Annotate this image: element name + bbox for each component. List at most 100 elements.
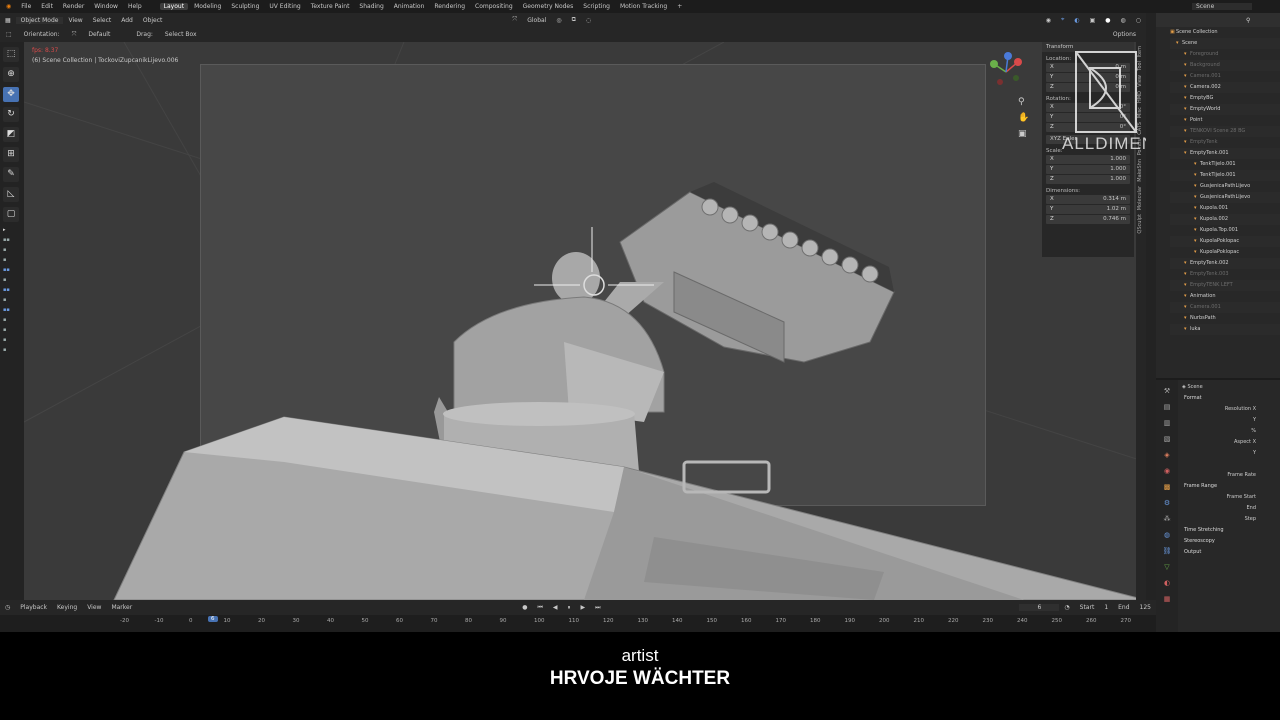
outliner-item[interactable]: ▾ EmptyWorld: [1170, 104, 1280, 115]
outliner-item-scene-collection[interactable]: ▣Scene Collection: [1170, 27, 1280, 38]
outliner-item[interactable]: ▾ Point: [1170, 115, 1280, 126]
workspace-tab-layout[interactable]: Layout: [159, 3, 189, 10]
properties-section-header[interactable]: Time Stretching: [1178, 525, 1280, 536]
timeline-track[interactable]: 6 -20 -10 0 10 20 30 40 50 60 70 80 90 100 110 120 130 1…: [0, 615, 1156, 632]
menu-playback[interactable]: Playback: [15, 604, 52, 611]
xray-icon[interactable]: ▣: [1085, 17, 1101, 24]
addon-tool-icon[interactable]: ▪▪: [3, 265, 21, 275]
outliner-item[interactable]: ▾ EmptyTENK LEFT: [1170, 280, 1280, 291]
visibility-icon[interactable]: ◉: [1041, 17, 1056, 24]
annotate-tool-icon[interactable]: ✎: [3, 167, 19, 182]
outliner-item[interactable]: ▾ Kupola.002: [1170, 214, 1280, 225]
scale-x-field[interactable]: X 1.000: [1046, 155, 1130, 164]
outliner-item[interactable]: ▾ KupolaPoklopac: [1170, 236, 1280, 247]
addon-tool-icon[interactable]: ▪▪: [3, 235, 21, 245]
outliner-item[interactable]: ▾ GusjenicaPathLijevo: [1170, 181, 1280, 192]
addon-tool-icon[interactable]: ▪: [3, 345, 21, 355]
navigation-gizmo[interactable]: [986, 52, 1026, 92]
search-icon[interactable]: ⚲: [1246, 17, 1250, 24]
proportional-edit-icon[interactable]: ◌: [581, 17, 596, 24]
properties-section-header[interactable]: Output: [1178, 547, 1280, 558]
physics-icon[interactable]: ◍: [1162, 530, 1172, 540]
orientation-selector[interactable]: Default: [82, 31, 130, 38]
start-field[interactable]: 1: [1099, 604, 1113, 611]
scale-z-field[interactable]: Z 1.000: [1046, 175, 1130, 184]
snap-icon[interactable]: ⧉: [567, 16, 581, 24]
cursor-tool-icon[interactable]: ⊕: [3, 67, 19, 82]
scale-y-field[interactable]: Y 1.000: [1046, 165, 1130, 174]
dimensions-z-field[interactable]: Z 0.746 m: [1046, 215, 1130, 224]
outliner-item[interactable]: ▾ Camera.001: [1170, 71, 1280, 82]
scale-tool-icon[interactable]: ◩: [3, 127, 19, 142]
outliner-item[interactable]: ▾ EmptyTenk.002: [1170, 258, 1280, 269]
measure-tool-icon[interactable]: ◺: [3, 187, 19, 202]
render-props-icon[interactable]: ▤: [1162, 402, 1172, 412]
menu-view[interactable]: View: [63, 17, 87, 24]
workspace-tab-rendering[interactable]: Rendering: [430, 3, 469, 10]
scene-props-icon[interactable]: ◈: [1162, 450, 1172, 460]
jump-start-icon[interactable]: ⏮: [532, 604, 547, 612]
pivot-icon[interactable]: ◎: [551, 17, 566, 24]
blender-logo-icon[interactable]: ◉: [2, 3, 15, 10]
object-props-icon[interactable]: ▩: [1162, 482, 1172, 492]
play-icon[interactable]: ▶: [575, 604, 590, 611]
workspace-tab-compositing[interactable]: Compositing: [471, 3, 517, 10]
menu-window[interactable]: Window: [90, 3, 122, 10]
view-layer-icon[interactable]: ▧: [1162, 434, 1172, 444]
outliner-item[interactable]: ▾ NurbsPath: [1170, 313, 1280, 324]
addon-tool-icon[interactable]: ▪▪: [3, 285, 21, 295]
workspace-tab-uv-editing[interactable]: UV Editing: [265, 3, 304, 10]
menu-timeline-view[interactable]: View: [82, 604, 106, 611]
sidebar-tab-qsculpt[interactable]: QSculpt: [1137, 214, 1143, 234]
3d-viewport[interactable]: fps: 8.37 (6) Scene Collection | Tockovi…: [24, 42, 1146, 600]
record-icon[interactable]: ●: [517, 604, 532, 611]
tank-model[interactable]: [24, 42, 1146, 600]
current-frame-field[interactable]: 6: [1019, 604, 1060, 611]
transform-orientation-selector[interactable]: Global: [522, 17, 551, 24]
properties-section-header[interactable]: Format: [1178, 393, 1280, 404]
menu-add[interactable]: Add: [116, 17, 138, 24]
tool-props-icon[interactable]: ⚒: [1162, 386, 1172, 396]
outliner-item[interactable]: ▾ EmptyTenk: [1170, 137, 1280, 148]
dimensions-y-field[interactable]: Y 1.02 m: [1046, 205, 1130, 214]
rotate-tool-icon[interactable]: ↻: [3, 107, 19, 122]
addon-tool-icon[interactable]: ▪▪: [3, 305, 21, 315]
constraints-icon[interactable]: ⛓: [1162, 546, 1172, 556]
dimensions-x-field[interactable]: X 0.314 m: [1046, 195, 1130, 204]
clock-icon[interactable]: ◔: [1059, 604, 1074, 611]
properties-section-header[interactable]: Stereoscopy: [1178, 536, 1280, 547]
outliner-item[interactable]: ▾ TenkTijelo.001: [1170, 170, 1280, 181]
workspace-tab-animation[interactable]: Animation: [390, 3, 429, 10]
sidebar-tab-molecular[interactable]: Molecular: [1137, 186, 1143, 210]
workspace-tab-sculpting[interactable]: Sculpting: [227, 3, 263, 10]
menu-file[interactable]: File: [17, 3, 35, 10]
overlay-icon[interactable]: ◐: [1069, 17, 1084, 24]
shading-material-icon[interactable]: ◍: [1116, 17, 1131, 24]
addon-tool-icon[interactable]: ▪: [3, 275, 21, 285]
active-tool-icon[interactable]: ⬚: [0, 31, 18, 38]
workspace-tab-shading[interactable]: Shading: [355, 3, 387, 10]
workspace-tab-scripting[interactable]: Scripting: [579, 3, 614, 10]
outliner-item[interactable]: ▾ KupolaPoklopac: [1170, 247, 1280, 258]
add-cube-tool-icon[interactable]: ▢: [3, 207, 19, 222]
editor-type-icon[interactable]: ◷: [0, 604, 15, 611]
menu-object[interactable]: Object: [138, 17, 168, 24]
addon-tool-icon[interactable]: ▸: [3, 225, 21, 235]
workspace-tab-texture-paint[interactable]: Texture Paint: [307, 3, 354, 10]
outliner-item[interactable]: ▾ Foreground: [1170, 49, 1280, 60]
shading-rendered-icon[interactable]: ○: [1131, 17, 1146, 24]
outliner-item[interactable]: ▾ EmptyBG: [1170, 93, 1280, 104]
workspace-tab-geometry-nodes[interactable]: Geometry Nodes: [519, 3, 578, 10]
tank-hull-model[interactable]: [113, 402, 1146, 600]
addon-tool-icon[interactable]: ▪: [3, 245, 21, 255]
outliner-item[interactable]: ▾ EmptyTenk.003: [1170, 269, 1280, 280]
world-props-icon[interactable]: ◉: [1162, 466, 1172, 476]
jump-end-icon[interactable]: ⏭: [590, 604, 605, 612]
workspace-tab-motion-tracking[interactable]: Motion Tracking: [616, 3, 671, 10]
pan-hand-icon[interactable]: ✋: [1018, 110, 1029, 126]
particles-icon[interactable]: ⁂: [1162, 514, 1172, 524]
add-workspace-icon[interactable]: +: [673, 3, 686, 10]
z-axis-icon[interactable]: [1004, 52, 1012, 60]
x-axis-icon[interactable]: [1014, 58, 1022, 66]
outliner-item[interactable]: ▾ GusjenicaPathLijevo: [1170, 192, 1280, 203]
